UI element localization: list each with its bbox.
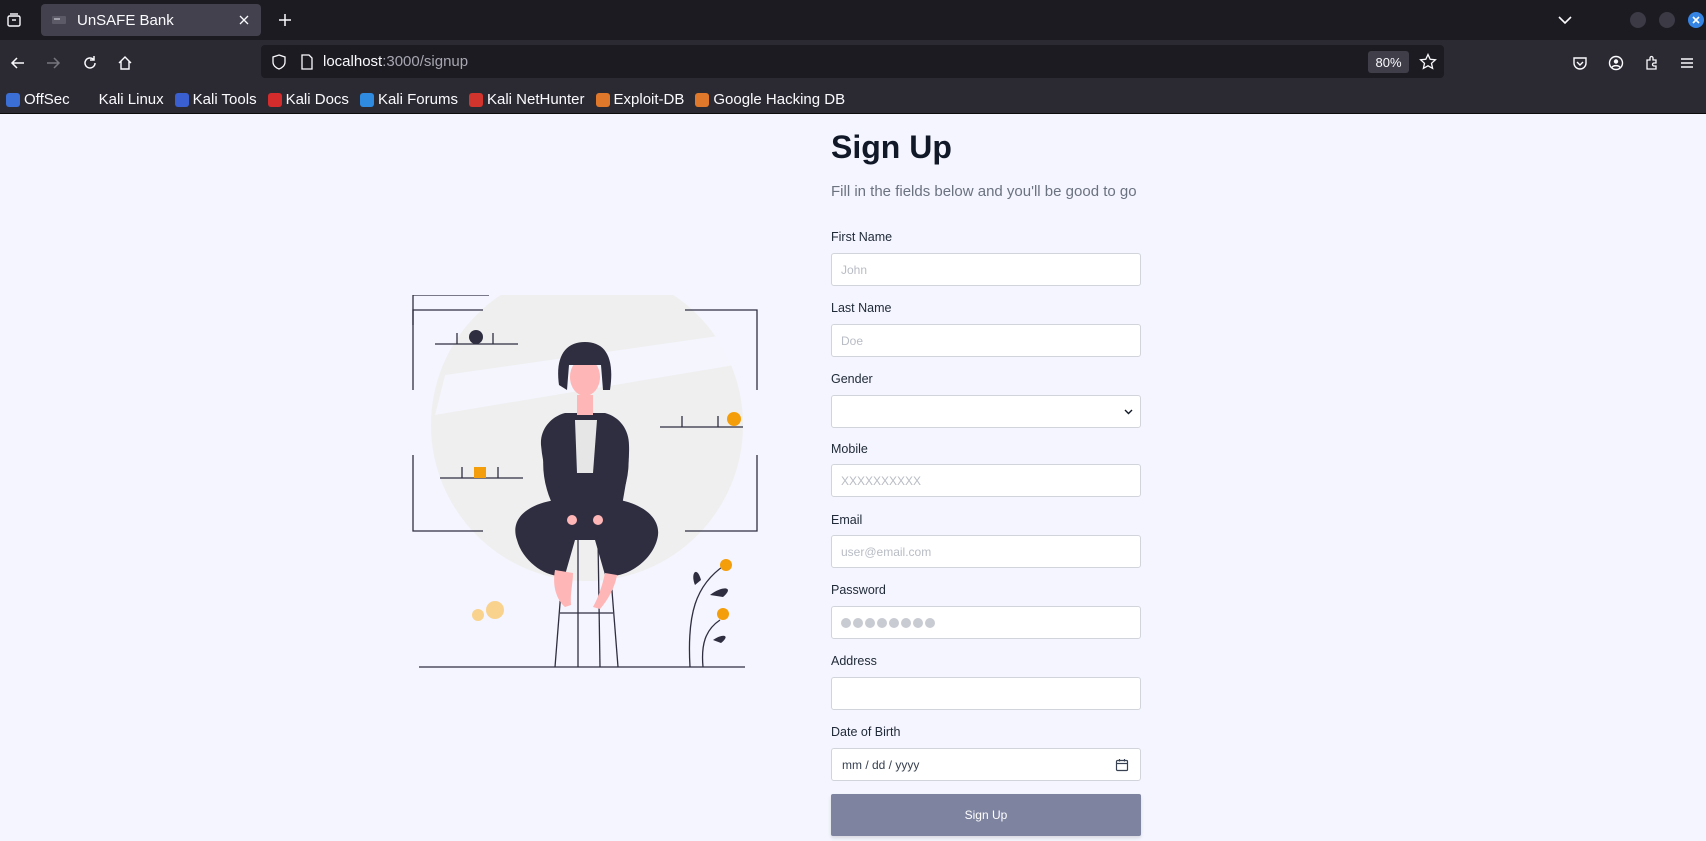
bookmark-item[interactable]: Kali Linux [80,91,164,108]
mobile-label: Mobile [831,442,868,456]
bookmark-label: Kali Linux [98,91,164,108]
page-subtitle: Fill in the fields below and you'll be g… [831,183,1137,200]
email-input[interactable] [831,535,1141,568]
chevron-down-icon[interactable] [1554,9,1576,31]
navigation-toolbar: localhost:3000/signup 80% [0,40,1706,86]
password-input[interactable] [831,606,1141,639]
dob-label: Date of Birth [831,725,901,739]
chevron-down-icon [1122,406,1134,418]
page-info-icon[interactable] [297,52,317,72]
shield-icon[interactable] [269,52,289,72]
floor-ball-large [486,601,504,619]
bookmark-item[interactable]: Exploit-DB [595,91,685,108]
bookmark-favicon-icon [359,92,374,107]
close-window-button[interactable] [1688,12,1704,28]
url-text: localhost:3000/signup [323,53,468,70]
reload-icon[interactable] [78,51,102,75]
bookmark-favicon-icon [6,92,20,107]
password-label: Password [831,583,886,597]
first-name-input[interactable] [831,253,1141,286]
floor-ball-small [472,609,484,621]
close-icon[interactable] [233,9,255,31]
url-host: localhost [323,53,383,70]
bookmark-label: Google Hacking DB [713,91,846,108]
shelf-ball [469,330,483,344]
first-name-label: First Name [831,230,893,244]
sign-up-button[interactable]: Sign Up [831,794,1141,836]
bookmark-label: Kali Forums [377,91,458,108]
bookmark-label: Kali NetHunter [486,91,585,108]
terminal-icon [51,12,67,28]
shelf-orange-ball [727,412,741,426]
last-name-input[interactable] [831,324,1141,357]
bookmark-favicon-icon [174,92,189,107]
bookmark-item[interactable]: Kali Tools [174,91,257,108]
plant-leaf-2 [710,588,728,597]
dob-placeholder: mm / dd / yyyy [842,758,920,772]
zoom-level[interactable]: 80% [1368,51,1409,73]
bookmark-label: Kali Docs [285,91,349,108]
address-label: Address [831,654,877,668]
bookmark-item[interactable]: Google Hacking DB [695,91,845,108]
bookmarks-toolbar: OffSec Kali Linux Kali Tools Kali Docs Kali … [0,86,1706,114]
plant-flower-top [720,559,732,571]
woman-hand-right [593,515,603,525]
bookmark-label: OffSec [24,91,70,108]
star-icon[interactable] [1417,51,1439,73]
extensions-icon[interactable] [1640,51,1664,75]
bookmark-item[interactable]: Kali Docs [267,91,349,108]
last-name-label: Last Name [831,301,892,315]
plant-leaf-1 [693,571,701,585]
shelf-orange-box [474,467,486,478]
bookmark-favicon-icon [695,92,710,107]
bookmark-favicon-icon [267,92,282,107]
account-icon[interactable] [1604,51,1628,75]
page-title: Sign Up [831,129,952,165]
signup-page: Sign Up Fill in the fields below and you… [0,115,1706,841]
bookmark-label: Exploit-DB [613,91,685,108]
bookmark-favicon-icon [80,92,95,107]
gender-select[interactable] [831,395,1141,428]
new-tab-button[interactable] [273,8,297,32]
woman-foot-left [554,570,573,607]
password-placeholder-dots [841,618,935,628]
tab-list-icon[interactable] [4,10,24,30]
bookmark-favicon-icon [468,92,483,107]
bookmark-item[interactable]: Kali Forums [359,91,458,108]
woman-neck [577,395,593,415]
home-icon[interactable] [113,51,137,75]
forward-arrow-icon[interactable] [41,51,65,75]
address-input[interactable] [831,677,1141,710]
bookmark-item[interactable]: OffSec [6,91,70,108]
gender-label: Gender [831,372,873,386]
address-bar[interactable]: localhost:3000/signup 80% [261,45,1444,78]
woman-on-stool-illustration [412,295,758,668]
minimize-button[interactable] [1630,12,1646,28]
calendar-icon[interactable] [1114,757,1130,773]
bookmark-favicon-icon [595,92,610,107]
email-label: Email [831,513,863,527]
pocket-icon[interactable] [1568,51,1592,75]
tab-title: UnSAFE Bank [77,11,174,29]
maximize-button[interactable] [1659,12,1675,28]
woman-hand-left [567,515,577,525]
url-path: :3000/signup [382,53,469,70]
menu-icon[interactable] [1675,51,1699,75]
mobile-input[interactable] [831,464,1141,497]
tab-unsafe-bank[interactable]: UnSAFE Bank [41,4,261,36]
bookmark-label: Kali Tools [192,91,257,108]
tab-bar: UnSAFE Bank [0,0,1706,40]
plant-flower-bottom [717,608,729,620]
dob-input[interactable]: mm / dd / yyyy [831,748,1141,781]
bookmark-item[interactable]: Kali NetHunter [468,91,585,108]
plant-leaf-3 [713,635,726,643]
back-arrow-icon[interactable] [6,51,30,75]
